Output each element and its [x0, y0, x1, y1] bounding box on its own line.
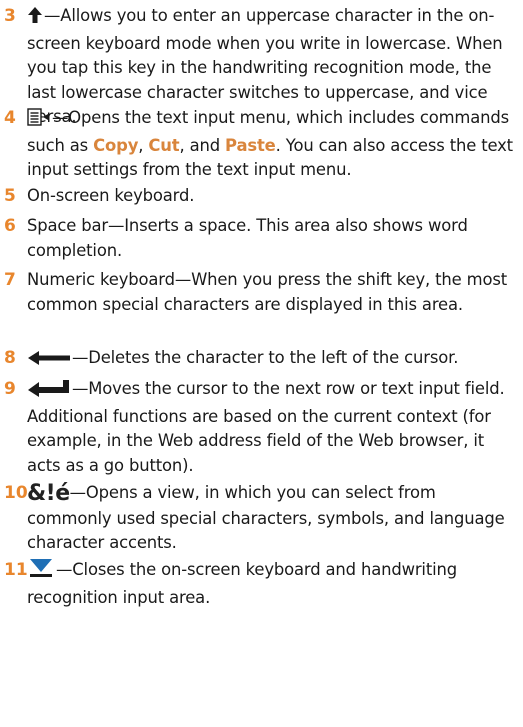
item-description: Numeric keyboard—When you press the shif…: [27, 270, 508, 314]
copy-command: Copy: [93, 135, 139, 155]
item-number: 10: [4, 483, 28, 503]
paste-command: Paste: [225, 135, 276, 155]
special-characters-icon: &!é: [27, 481, 70, 506]
item-description: &!é—Opens a view, in which you can selec…: [27, 481, 521, 556]
item-number: 6: [4, 216, 16, 236]
item-number: 5: [4, 186, 16, 206]
backspace-arrow-icon: [27, 349, 71, 374]
dash: —: [72, 348, 89, 367]
item-number: 7: [4, 270, 16, 290]
item-number: 3: [4, 6, 16, 26]
item-number: 11: [4, 560, 28, 580]
item-number: 4: [4, 108, 16, 128]
close-keyboard-icon: [27, 558, 55, 586]
manual-page: 3 —Allows you to enter an uppercase char…: [0, 0, 523, 727]
separator: ,: [138, 135, 149, 155]
dash: —: [56, 560, 73, 579]
text-menu-icon: [27, 108, 51, 134]
item-number: 8: [4, 348, 16, 368]
dash: —: [52, 108, 69, 127]
item-text: Opens a view, in which you can select fr…: [27, 483, 505, 552]
item-description: On-screen keyboard.: [27, 186, 195, 205]
dash: —: [69, 483, 86, 502]
cut-command: Cut: [148, 135, 180, 155]
item-number: 9: [4, 379, 16, 399]
item-description: Space bar—Inserts a space. This area als…: [27, 216, 468, 260]
item-text: Moves the cursor to the next row or text…: [27, 379, 505, 475]
enter-arrow-icon: [27, 379, 71, 405]
item-description: —Closes the on-screen keyboard and handw…: [27, 558, 521, 610]
shift-up-arrow-icon: [27, 6, 43, 32]
item-text: Closes the on-screen keyboard and handwr…: [27, 560, 458, 607]
separator: , and: [179, 135, 226, 155]
dash: —: [44, 6, 61, 25]
dash: —: [72, 379, 89, 398]
item-description: —Moves the cursor to the next row or tex…: [27, 377, 521, 478]
item-description: —Opens the text input menu, which includ…: [27, 106, 521, 183]
item-description: —Deletes the character to the left of th…: [27, 346, 521, 374]
item-text: Deletes the character to the left of the…: [88, 348, 459, 367]
